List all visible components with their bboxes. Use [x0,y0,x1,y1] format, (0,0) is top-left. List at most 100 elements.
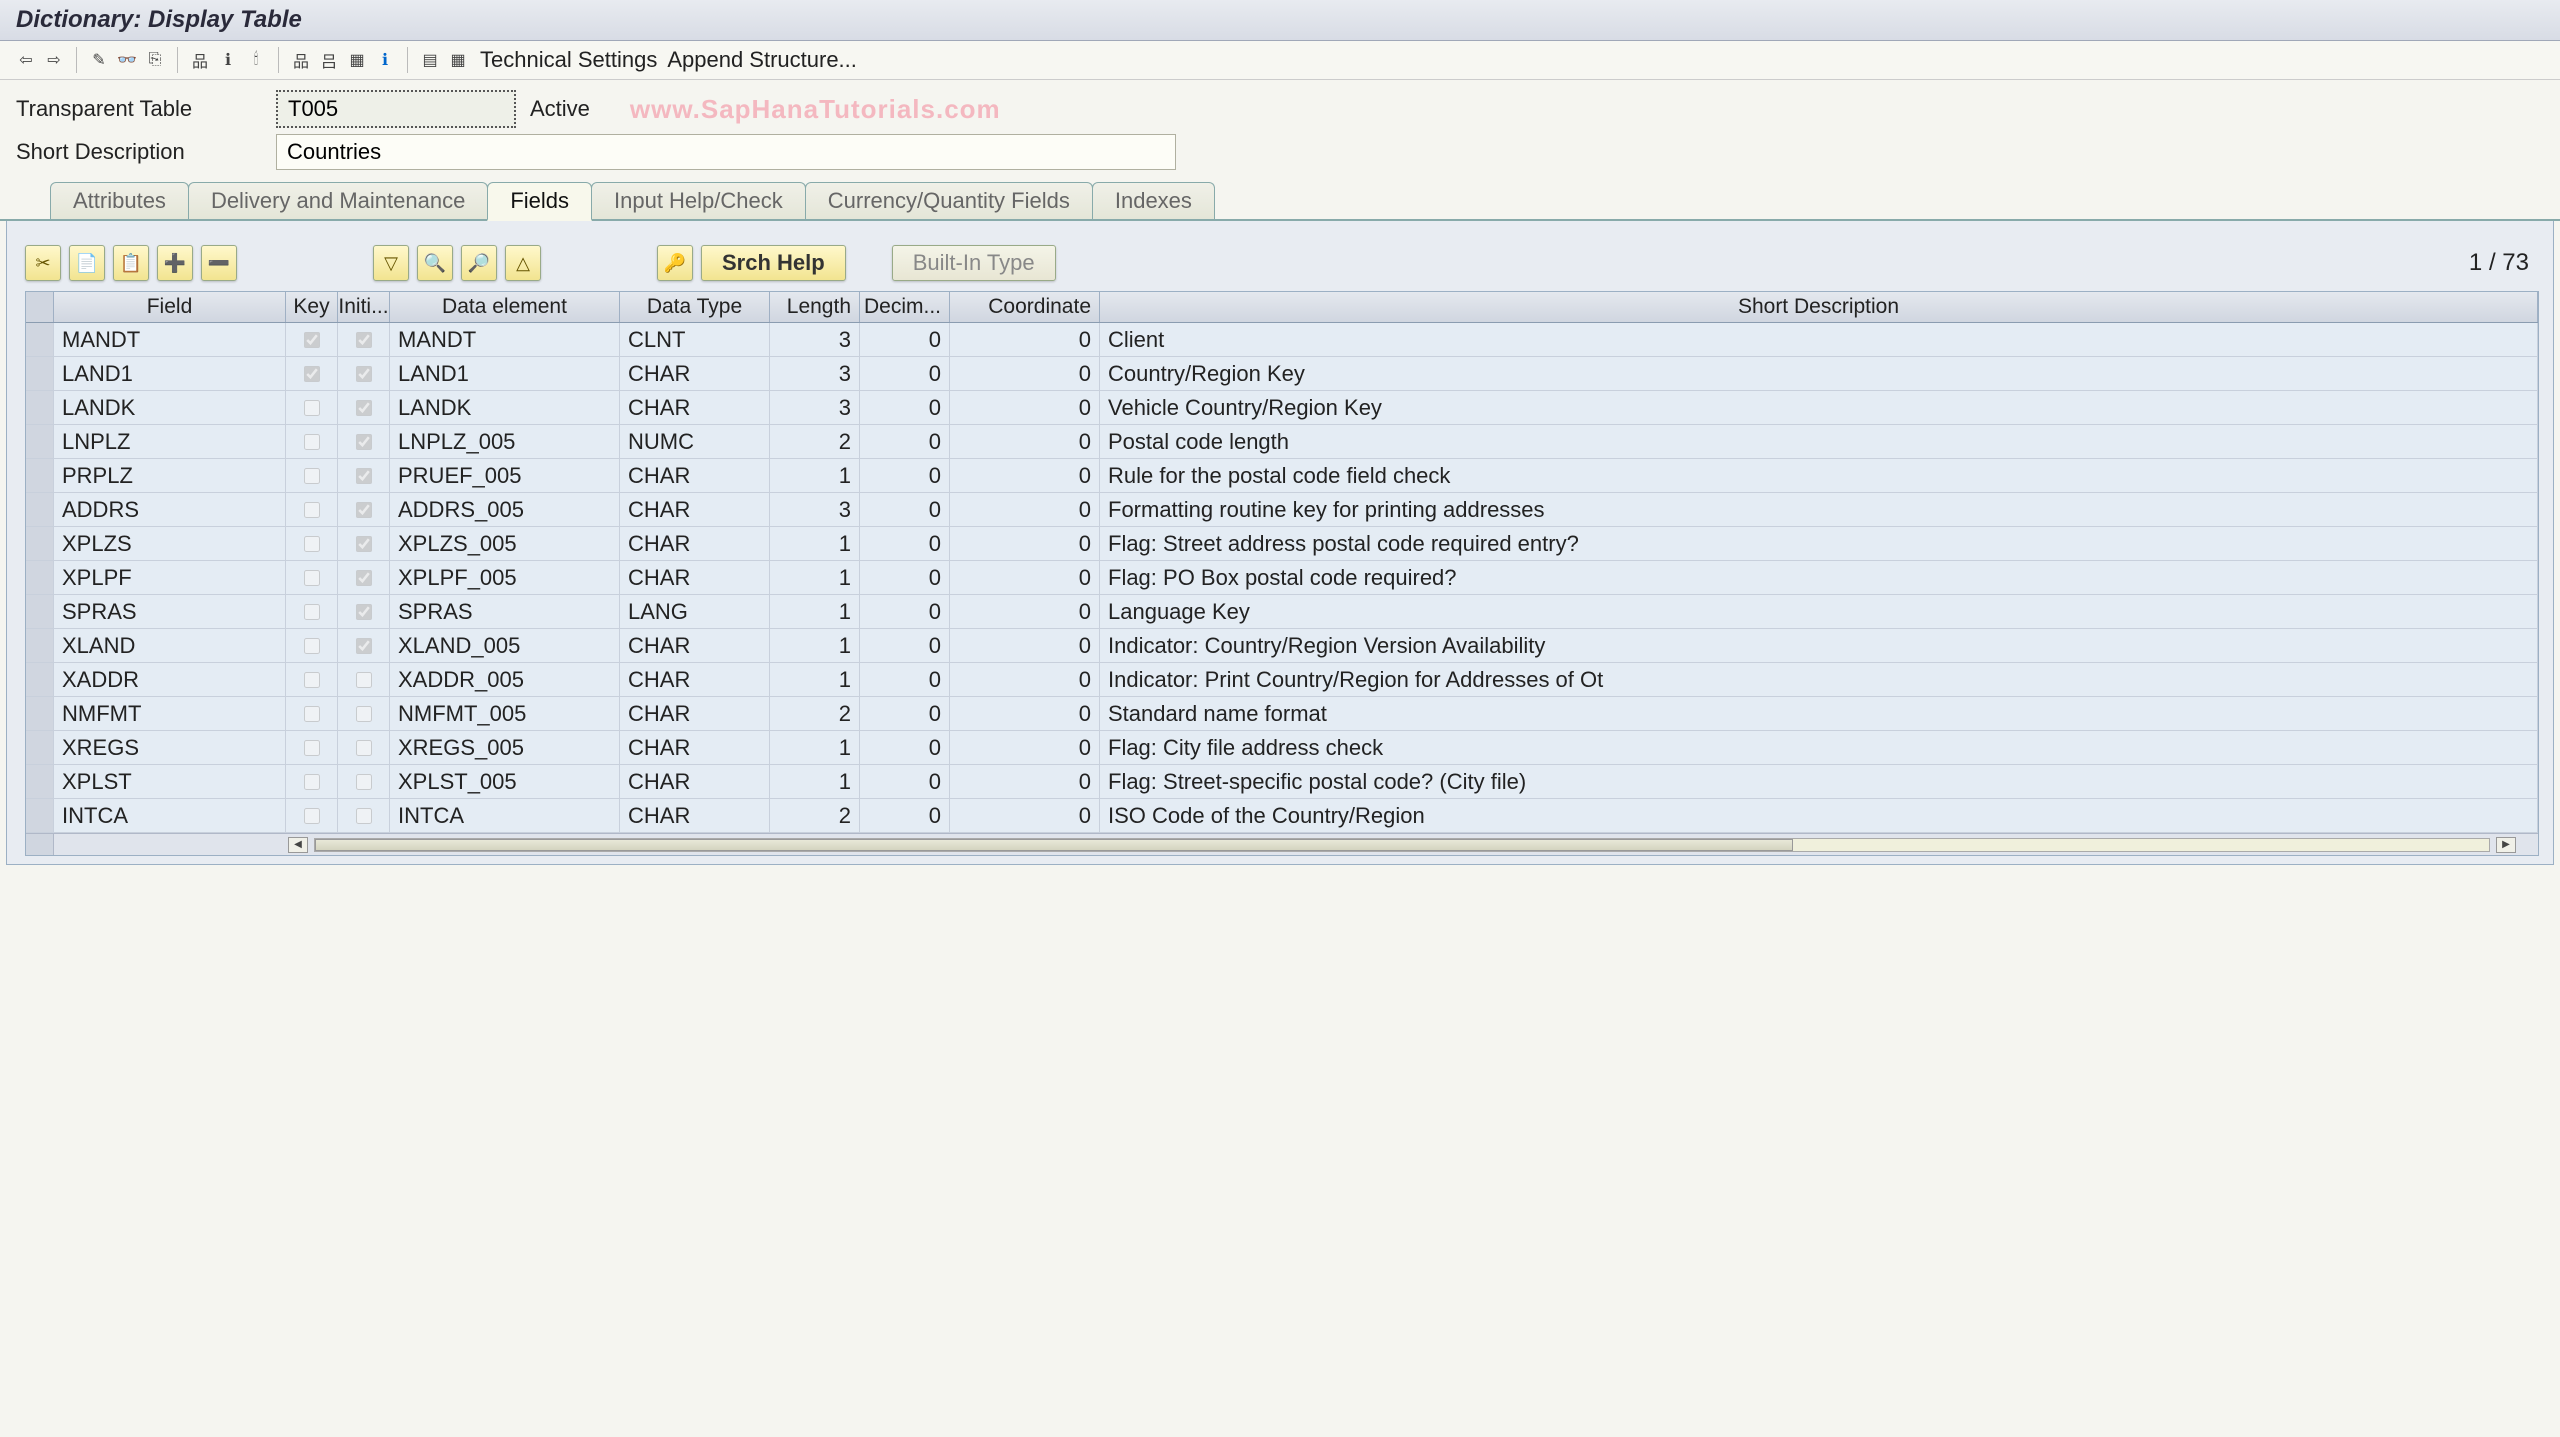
tab-delivery-and-maintenance[interactable]: Delivery and Maintenance [188,182,488,219]
col-data-element[interactable]: Data element [390,292,620,322]
cell-data-element[interactable]: XLAND_005 [390,629,620,662]
cell-init[interactable] [338,323,390,356]
cell-field[interactable]: LNPLZ [54,425,286,458]
where-used-icon[interactable]: 品 [289,48,313,72]
cell-key[interactable] [286,527,338,560]
technical-settings-link[interactable]: Technical Settings [480,47,657,73]
cell-key[interactable] [286,731,338,764]
horizontal-scrollbar[interactable]: ◀ ▶ [26,833,2538,855]
row-selector[interactable] [26,663,54,696]
delete-row-button[interactable]: ➖ [201,245,237,281]
col-data-type[interactable]: Data Type [620,292,770,322]
cell-field[interactable]: XPLPF [54,561,286,594]
table-row[interactable]: XADDRXADDR_005CHAR100Indicator: Print Co… [26,663,2538,697]
row-selector[interactable] [26,391,54,424]
expand-all-button[interactable]: ▽ [373,245,409,281]
row-selector[interactable] [26,357,54,390]
contents-icon[interactable]: ▦ [345,48,369,72]
cell-field[interactable]: PRPLZ [54,459,286,492]
table-icon[interactable]: ▦ [446,48,470,72]
col-short-description[interactable]: Short Description [1100,292,2538,322]
cell-init[interactable] [338,391,390,424]
cell-key[interactable] [286,663,338,696]
cell-init[interactable] [338,459,390,492]
cell-key[interactable] [286,629,338,662]
col-selector[interactable] [26,292,54,322]
cell-key[interactable] [286,561,338,594]
cell-init[interactable] [338,697,390,730]
cell-key[interactable] [286,425,338,458]
cell-field[interactable]: XLAND [54,629,286,662]
col-decimals[interactable]: Decim... [860,292,950,322]
scroll-right-icon[interactable]: ▶ [2496,837,2516,853]
table-row[interactable]: XLANDXLAND_005CHAR100Indicator: Country/… [26,629,2538,663]
cell-data-element[interactable]: ADDRS_005 [390,493,620,526]
table-row[interactable]: MANDTMANDTCLNT300Client [26,323,2538,357]
cell-data-element[interactable]: XPLST_005 [390,765,620,798]
table-row[interactable]: SPRASSPRASLANG100Language Key [26,595,2538,629]
row-selector[interactable] [26,731,54,764]
cell-data-element[interactable]: NMFMT_005 [390,697,620,730]
cell-init[interactable] [338,357,390,390]
row-selector[interactable] [26,629,54,662]
scroll-left-icon[interactable]: ◀ [288,837,308,853]
cell-key[interactable] [286,391,338,424]
cell-key[interactable] [286,799,338,832]
cell-field[interactable]: INTCA [54,799,286,832]
builtin-type-button[interactable]: Built-In Type [892,245,1056,281]
table-row[interactable]: LAND1LAND1CHAR300Country/Region Key [26,357,2538,391]
cell-init[interactable] [338,527,390,560]
tree-icon[interactable]: 吕 [317,48,341,72]
insert-row-button[interactable]: ➕ [157,245,193,281]
forward-icon[interactable]: ⇨ [42,48,66,72]
table-name-input[interactable] [276,90,516,128]
key-button[interactable]: 🔑 [657,245,693,281]
cell-init[interactable] [338,493,390,526]
table-row[interactable]: XPLSTXPLST_005CHAR100Flag: Street-specif… [26,765,2538,799]
cell-field[interactable]: ADDRS [54,493,286,526]
row-selector[interactable] [26,595,54,628]
cell-init[interactable] [338,629,390,662]
cell-data-element[interactable]: XADDR_005 [390,663,620,696]
table-row[interactable]: PRPLZPRUEF_005CHAR100Rule for the postal… [26,459,2538,493]
cell-init[interactable] [338,663,390,696]
cell-field[interactable]: XPLST [54,765,286,798]
row-selector[interactable] [26,561,54,594]
cell-field[interactable]: SPRAS [54,595,286,628]
table-row[interactable]: XPLZSXPLZS_005CHAR100Flag: Street addres… [26,527,2538,561]
cell-data-element[interactable]: LNPLZ_005 [390,425,620,458]
cell-init[interactable] [338,595,390,628]
cell-init[interactable] [338,765,390,798]
row-selector[interactable] [26,527,54,560]
find-next-button[interactable]: 🔎 [461,245,497,281]
cell-data-element[interactable]: MANDT [390,323,620,356]
cell-field[interactable]: XPLZS [54,527,286,560]
cell-data-element[interactable]: XPLZS_005 [390,527,620,560]
col-field[interactable]: Field [54,292,286,322]
cell-init[interactable] [338,561,390,594]
cell-field[interactable]: LANDK [54,391,286,424]
tab-input-help-check[interactable]: Input Help/Check [591,182,806,219]
hierarchy-icon[interactable]: 品 [188,48,212,72]
cell-data-element[interactable]: XPLPF_005 [390,561,620,594]
copy-button[interactable]: 📄 [69,245,105,281]
row-selector[interactable] [26,697,54,730]
cell-field[interactable]: XADDR [54,663,286,696]
append-structure-link[interactable]: Append Structure... [667,47,857,73]
cell-key[interactable] [286,323,338,356]
row-selector[interactable] [26,425,54,458]
table-row[interactable]: ADDRSADDRS_005CHAR300Formatting routine … [26,493,2538,527]
cell-key[interactable] [286,459,338,492]
other-object-icon[interactable]: ⎘ [143,48,167,72]
cell-key[interactable] [286,765,338,798]
cell-key[interactable] [286,595,338,628]
check-icon[interactable]: ℹ [216,48,240,72]
search-help-button[interactable]: Srch Help [701,245,846,281]
col-coordinate[interactable]: Coordinate [950,292,1100,322]
cell-data-element[interactable]: LAND1 [390,357,620,390]
cell-data-element[interactable]: INTCA [390,799,620,832]
tab-attributes[interactable]: Attributes [50,182,189,219]
collapse-button[interactable]: △ [505,245,541,281]
table-row[interactable]: NMFMTNMFMT_005CHAR200Standard name forma… [26,697,2538,731]
table-row[interactable]: INTCAINTCACHAR200ISO Code of the Country… [26,799,2538,833]
